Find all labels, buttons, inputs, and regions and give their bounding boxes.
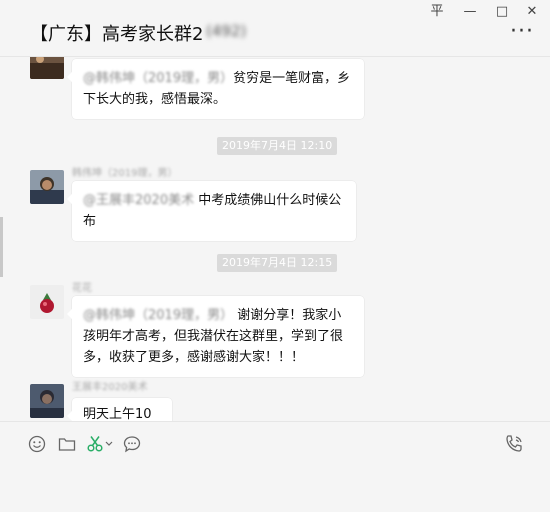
message-bubble[interactable]: @王展丰2020美术 中考成绩佛山什么时候公 布 bbox=[67, 181, 356, 241]
message-item: 王展丰2020美术 明天上午10点 bbox=[0, 378, 550, 421]
message-text: 明天上午10点 bbox=[83, 407, 152, 421]
timestamp: 2019年7月4日 12:10 bbox=[217, 137, 338, 155]
mention-tag: @韩伟坤（2019理，男） bbox=[83, 308, 234, 323]
sender-name: 王展丰2020美术 bbox=[72, 382, 148, 393]
message-bubble[interactable]: @韩伟坤（2019理，男） 谢谢分享！我家小 孩明年才高考，但我潜伏在这群里，学… bbox=[67, 296, 364, 377]
message-list[interactable]: @韩伟坤（2019理，男）贫穷是一笔财富，乡 下长大的我，感悟最深。 2019年… bbox=[0, 57, 550, 421]
message-item: @韩伟坤（2019理，男）贫穷是一笔财富，乡 下长大的我，感悟最深。 bbox=[0, 57, 550, 123]
avatar[interactable] bbox=[30, 170, 64, 204]
mention-tag: @王展丰2020美术 bbox=[83, 193, 195, 208]
more-options-button[interactable]: ··· bbox=[510, 21, 534, 43]
scissors-icon[interactable] bbox=[86, 433, 114, 455]
chat-window: 【广东】高考家长群2 (492) 平 — □ ✕ ··· @韩伟坤（2019理，… bbox=[0, 0, 550, 512]
timestamp: 2019年7月4日 12:15 bbox=[217, 254, 338, 272]
member-count: (492) bbox=[206, 22, 247, 40]
group-title: 【广东】高考家长群2 bbox=[30, 24, 204, 45]
folder-icon[interactable] bbox=[56, 433, 78, 455]
message-bubble[interactable]: @韩伟坤（2019理，男）贫穷是一笔财富，乡 下长大的我，感悟最深。 bbox=[67, 59, 364, 119]
sender-name: 韩伟坤（2019理，男） bbox=[72, 168, 178, 179]
message-text: 谢谢分享！我家小 bbox=[237, 308, 342, 323]
emoji-icon[interactable] bbox=[26, 433, 48, 455]
avatar[interactable] bbox=[30, 285, 64, 319]
message-text: 布 bbox=[83, 214, 97, 229]
chat-bubble-icon[interactable] bbox=[121, 433, 143, 455]
pin-button[interactable]: 平 bbox=[423, 2, 451, 22]
message-item: 花花 @韩伟坤（2019理，男） 谢谢分享！我家小 孩明年才高考，但我潜伏在这群… bbox=[0, 279, 550, 379]
message-text: 多，收获了更多，感谢感谢大家！！！ bbox=[83, 350, 305, 365]
mention-tag: @韩伟坤（2019理，男） bbox=[83, 71, 234, 86]
input-toolbar bbox=[0, 421, 550, 512]
minimize-button[interactable]: — bbox=[456, 2, 484, 22]
avatar[interactable] bbox=[30, 384, 64, 418]
avatar[interactable] bbox=[30, 57, 64, 79]
sender-name: 花花 bbox=[72, 283, 92, 294]
phone-call-icon[interactable] bbox=[503, 433, 525, 455]
title-bar: 【广东】高考家长群2 (492) 平 — □ ✕ ··· bbox=[0, 0, 550, 57]
message-text: 孩明年才高考，但我潜伏在这群里，学到了很 bbox=[83, 329, 344, 344]
message-text: 贫穷是一笔财富，乡 bbox=[233, 71, 351, 86]
message-text: 下长大的我，感悟最深。 bbox=[83, 92, 227, 107]
message-text: 中考成绩佛山什么时候公 bbox=[198, 193, 342, 208]
message-item: 韩伟坤（2019理，男） @王展丰2020美术 中考成绩佛山什么时候公 布 bbox=[0, 164, 550, 244]
message-bubble[interactable]: 明天上午10点 bbox=[67, 398, 172, 421]
